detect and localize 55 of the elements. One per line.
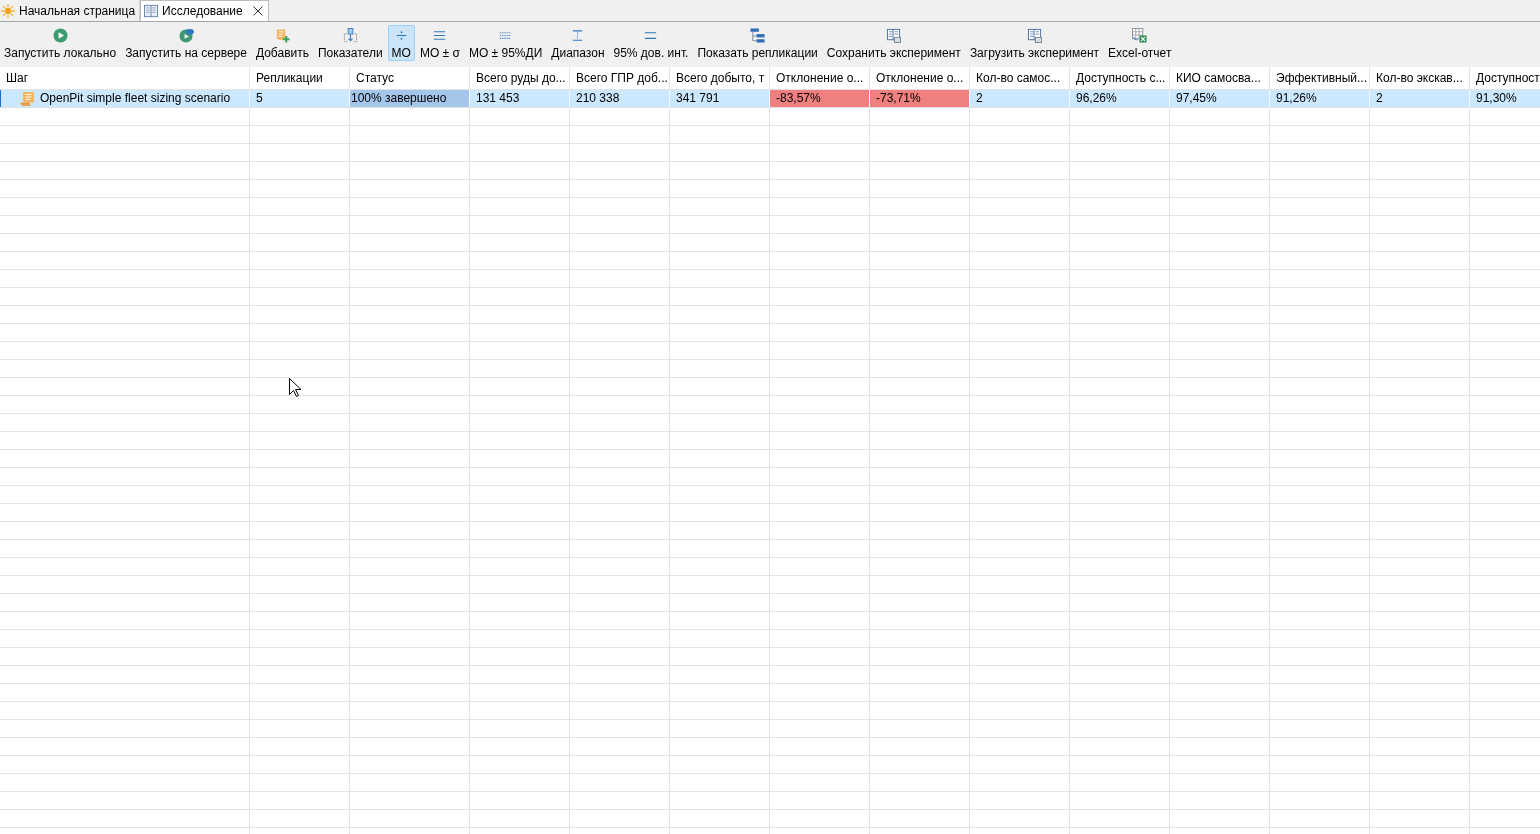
table-cell: -83,57%	[770, 90, 870, 107]
table-cell: 96,26%	[1070, 90, 1170, 107]
sun-icon	[1, 4, 15, 18]
column-header[interactable]: Доступност	[1470, 67, 1540, 89]
mouse-pointer-icon	[289, 378, 301, 397]
table-cell: 91,26%	[1270, 90, 1370, 107]
toolbar-button[interactable]: Диапазон	[547, 25, 609, 61]
toolbar-button[interactable]: Показать репликации	[693, 25, 822, 61]
column-header[interactable]: Шаг	[0, 67, 250, 89]
toolbar-button[interactable]: Запустить на сервере	[121, 25, 251, 61]
progress-label: 100% завершено	[351, 91, 447, 105]
column-header[interactable]: Репликации	[250, 67, 350, 89]
pages-icon	[1027, 28, 1042, 43]
tree-icon	[750, 28, 766, 43]
column-header[interactable]: Статус	[350, 67, 470, 89]
table-cell: 97,45%	[1170, 90, 1270, 107]
scroll-plus-icon	[274, 28, 290, 43]
toolbar-button[interactable]: МО ± σ	[415, 25, 464, 61]
column-header[interactable]: Отклонение о...	[770, 67, 870, 89]
column-header[interactable]: Кол-во самос...	[970, 67, 1070, 89]
play-icon	[52, 28, 68, 43]
close-icon[interactable]	[252, 6, 263, 16]
row-label: OpenPit simple fleet sizing scenario	[40, 90, 231, 107]
table-cell: 131 453	[470, 90, 570, 107]
column-header[interactable]: Всего ГПР доб...	[570, 67, 670, 89]
book-icon	[144, 4, 159, 18]
toolbar-button[interactable]: Загрузить эксперимент	[965, 25, 1104, 61]
table-cell: 210 338	[570, 90, 670, 107]
toolbar-button[interactable]: Показатели	[314, 25, 387, 61]
cloud-circle-icon	[178, 28, 194, 43]
toolbar-button[interactable]: МО	[387, 25, 415, 61]
column-header[interactable]: Всего руды до...	[470, 67, 570, 89]
column-header[interactable]: Всего добыто, т	[670, 67, 770, 89]
table-row[interactable]: OpenPit simple fleet sizing scenario 5 100% завершено 131 453 210 338 341 791 -83,57% -73,71% 2 96,26% 97,45% 91,26% 2 91,30%	[0, 90, 1540, 108]
column-header[interactable]: Отклонение о...	[870, 67, 970, 89]
table-cell: 2	[970, 90, 1070, 107]
toolbar-button[interactable]: Сохранить эксперимент	[822, 25, 965, 61]
scroll-icon	[20, 90, 36, 107]
column-header[interactable]: КИО самосва...	[1170, 67, 1270, 89]
tray-arrow-icon	[342, 28, 358, 43]
toolbar-button[interactable]: 95% дов. инт.	[609, 25, 693, 61]
column-header[interactable]: Доступность с...	[1070, 67, 1170, 89]
table-cell: 2	[1370, 90, 1470, 107]
pages-icon	[886, 28, 902, 43]
lines-icon	[432, 28, 448, 43]
table-cell-text: 91,30%	[1475, 90, 1518, 107]
column-header[interactable]: Эффективный...	[1270, 67, 1370, 89]
toolbar-button[interactable]: Запустить локально	[0, 25, 121, 61]
toolbar-button[interactable]: Excel-отчет	[1104, 25, 1176, 61]
column-header[interactable]: Кол-во экскав...	[1370, 67, 1470, 89]
table-cell: -73,71%	[870, 90, 970, 107]
toolbar-button[interactable]: МО ± 95%ДИ	[464, 25, 547, 61]
toolbar-button[interactable]: Добавить	[251, 25, 313, 61]
spreadsheet-icon	[1132, 28, 1148, 43]
tab[interactable]: Исследование	[140, 0, 269, 21]
